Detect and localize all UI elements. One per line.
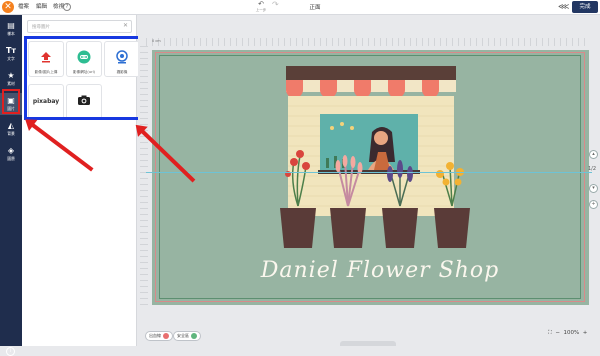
app-logo-icon[interactable]: ✕ bbox=[2, 1, 14, 13]
zoom-out-icon[interactable]: − bbox=[554, 330, 562, 336]
shop-title-text[interactable]: Daniel Flower Shop bbox=[230, 258, 530, 283]
menu-file[interactable]: 檔案 bbox=[18, 2, 29, 10]
text-icon: Tт bbox=[5, 46, 17, 55]
star-icon: ★ bbox=[7, 71, 15, 80]
rail-label: 背景 bbox=[7, 131, 15, 136]
rail-label: 素材 bbox=[7, 81, 15, 86]
page-title: 正面 bbox=[309, 5, 321, 11]
info-icon[interactable]: i bbox=[6, 347, 15, 356]
add-page-icon[interactable]: + bbox=[589, 200, 598, 209]
rail-item-text[interactable]: Tт 文字 bbox=[0, 43, 22, 65]
template-icon: ▤ bbox=[7, 21, 15, 30]
zoom-level: 100% bbox=[563, 330, 580, 336]
rail-item-layers[interactable]: ◈ 圖層 bbox=[0, 143, 22, 165]
page-down-icon[interactable]: ▾ bbox=[589, 184, 598, 193]
rail-item-template[interactable]: ▤ 樣本 bbox=[0, 18, 22, 40]
rail-item-background[interactable]: ◭ 背景 bbox=[0, 118, 22, 140]
page-indicator: 1/2 bbox=[588, 166, 597, 172]
undo-label: 上一步 bbox=[255, 8, 267, 12]
help-icon[interactable]: ? bbox=[63, 3, 71, 11]
redo-icon[interactable]: ↷ bbox=[272, 0, 279, 9]
center-guide-line bbox=[146, 172, 592, 173]
rail-label: 圖層 bbox=[7, 156, 15, 161]
bleed-toggle-button[interactable]: 出血線 bbox=[145, 331, 173, 341]
bottom-drawer-handle[interactable] bbox=[340, 341, 396, 346]
safe-area-toggle-label: 安全區 bbox=[177, 333, 189, 338]
highlight-box-blue bbox=[24, 36, 154, 120]
fit-screen-icon[interactable]: ⛶ bbox=[548, 330, 552, 336]
rail-label: 樣本 bbox=[7, 31, 15, 36]
search-input[interactable]: 搜尋圖片 ✕ bbox=[27, 20, 132, 33]
rail-item-elements[interactable]: ★ 素材 bbox=[0, 68, 22, 90]
top-toolbar: ✕ 檔案 編輯 檢視 ? ↶ 上一步 ↷ 正面 ⋘ 完成 bbox=[0, 0, 600, 15]
bleed-toggle-label: 出血線 bbox=[149, 333, 161, 338]
bleed-color-dot bbox=[163, 333, 169, 339]
undo-button[interactable]: ↶ 上一步 bbox=[250, 0, 272, 14]
search-placeholder: 搜尋圖片 bbox=[32, 25, 50, 30]
undo-icon: ↶ bbox=[258, 0, 264, 8]
zoom-in-icon[interactable]: + bbox=[581, 330, 588, 336]
menu-edit[interactable]: 編輯 bbox=[36, 2, 47, 10]
layers-icon: ◈ bbox=[7, 146, 15, 155]
tool-rail: ▤ 樣本 Tт 文字 ★ 素材 ▣ 圖片 ◭ 背景 ◈ 圖層 i bbox=[0, 15, 22, 356]
close-icon[interactable]: ✕ bbox=[123, 22, 128, 29]
flower-shop-illustration[interactable] bbox=[268, 66, 474, 256]
safe-area-color-dot bbox=[191, 333, 197, 339]
awning bbox=[286, 80, 456, 98]
page-up-icon[interactable]: ▴ bbox=[589, 150, 598, 159]
share-icon[interactable]: ⋘ bbox=[558, 2, 569, 11]
ruler-vertical bbox=[140, 46, 148, 306]
rail-label: 文字 bbox=[7, 56, 15, 61]
ruler-origin-label: 0 cm bbox=[152, 39, 161, 43]
background-icon: ◭ bbox=[7, 121, 15, 130]
highlight-box-red bbox=[2, 89, 20, 114]
ruler-horizontal bbox=[146, 38, 586, 46]
done-button[interactable]: 完成 bbox=[572, 1, 598, 13]
safe-area-toggle-button[interactable]: 安全區 bbox=[173, 331, 201, 341]
zoom-controls: ⛶ − 100% + bbox=[548, 330, 587, 337]
